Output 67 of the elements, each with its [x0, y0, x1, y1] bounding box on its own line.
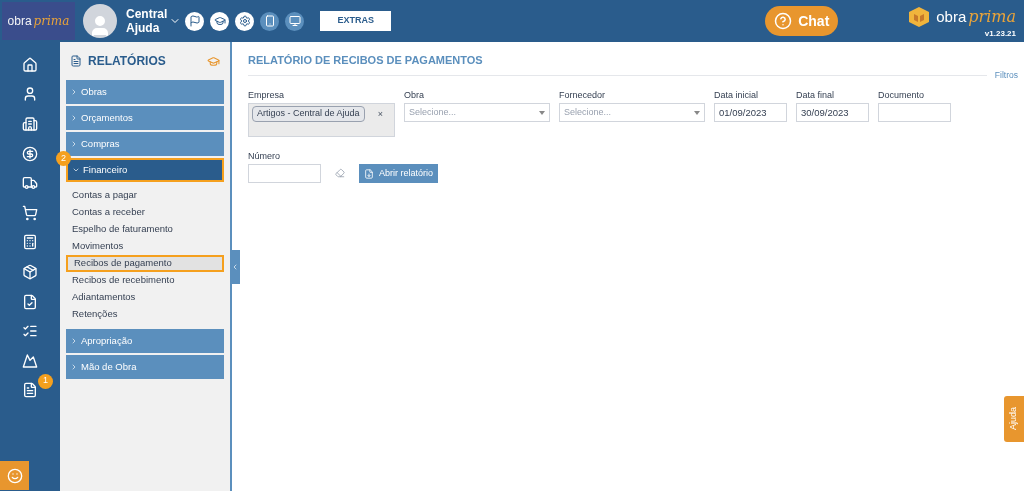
calculator-icon[interactable]	[22, 234, 38, 251]
settings-icon[interactable]	[235, 11, 255, 31]
company-multiselect[interactable]: Artigos - Central de Ajuda ×	[248, 103, 395, 137]
page-title: RELATÓRIO DE RECIBOS DE PAGAMENTOS	[248, 53, 484, 68]
phone-icon[interactable]	[260, 11, 280, 31]
smiley-icon	[6, 467, 23, 484]
user-name[interactable]: Ajuda	[126, 21, 168, 35]
field-label: Documento	[878, 90, 926, 101]
field-label: Empresa	[248, 90, 285, 101]
document-icon[interactable]	[22, 382, 38, 399]
mountain-icon[interactable]	[22, 352, 38, 369]
menu-item[interactable]: Adiantamentos	[66, 289, 224, 306]
chevron-down-icon	[72, 166, 80, 174]
logo-script: prima	[968, 5, 1016, 28]
chevron-right-icon	[70, 363, 78, 371]
version-label: v1.23.21	[984, 28, 1016, 38]
logo-word: obra	[7, 13, 32, 30]
flag-icon[interactable]	[185, 11, 205, 31]
field-label: Obra	[404, 90, 425, 101]
avatar[interactable]	[83, 4, 117, 38]
field-label: Data inicial	[714, 90, 760, 101]
box-icon[interactable]	[22, 263, 38, 280]
menu-item[interactable]: Contas a pagar	[66, 187, 224, 204]
document-download-icon	[364, 168, 374, 179]
menu-item[interactable]: Movimentos	[66, 238, 224, 255]
app-logo[interactable]: obra prima	[2, 2, 75, 40]
logo-script: prima	[33, 13, 70, 30]
menu-item[interactable]: Recibos de pagamento	[66, 255, 224, 272]
notification-badge: 1	[38, 373, 53, 389]
selected-tag: Artigos - Central de Ajuda	[252, 106, 365, 122]
field-label: Data final	[796, 90, 836, 101]
chevron-right-icon	[70, 88, 78, 96]
report-icon	[70, 55, 82, 67]
chevron-right-icon	[70, 114, 78, 122]
user-icon[interactable]	[22, 86, 38, 103]
menu-item[interactable]: Recibos de recebimento	[66, 272, 224, 289]
menu-section[interactable]: Financeiro	[66, 158, 224, 182]
menu-item[interactable]: Contas a receber	[66, 204, 224, 221]
user-name[interactable]: Central	[126, 7, 168, 21]
graduation-cap-icon[interactable]	[210, 11, 230, 31]
dropdown-caret-icon	[694, 110, 700, 115]
logo-word: obra	[936, 6, 967, 27]
dropdown-caret-icon	[539, 110, 545, 115]
help-icon	[774, 12, 793, 30]
chevron-right-icon	[70, 140, 78, 148]
cube-logo-icon	[908, 5, 931, 28]
extras-button[interactable]: EXTRAS	[320, 11, 392, 31]
sidebar-title: RELATÓRIOS	[88, 52, 166, 70]
number-field[interactable]	[248, 164, 321, 183]
monitor-icon[interactable]	[285, 11, 305, 31]
menu-item[interactable]: Retenções	[66, 306, 224, 323]
buildings-icon[interactable]	[22, 116, 38, 132]
text-field[interactable]: 30/09/2023	[796, 103, 869, 122]
menu-item[interactable]: Espelho de faturamento	[66, 221, 224, 238]
chevron-left-icon	[231, 263, 239, 271]
text-field[interactable]	[878, 103, 951, 122]
money-icon[interactable]	[22, 145, 38, 162]
clear-button[interactable]: ×	[377, 108, 383, 122]
document-check-icon[interactable]	[22, 293, 38, 310]
home-icon[interactable]	[22, 56, 38, 73]
filters-link[interactable]: Filtros	[994, 68, 1018, 82]
text-field[interactable]: 01/09/2023	[714, 103, 787, 122]
field-label: Fornecedor	[559, 90, 607, 101]
truck-icon[interactable]	[22, 175, 38, 192]
field-label: Número	[248, 151, 281, 162]
cart-icon[interactable]	[22, 204, 38, 221]
chevron-right-icon	[70, 337, 78, 345]
